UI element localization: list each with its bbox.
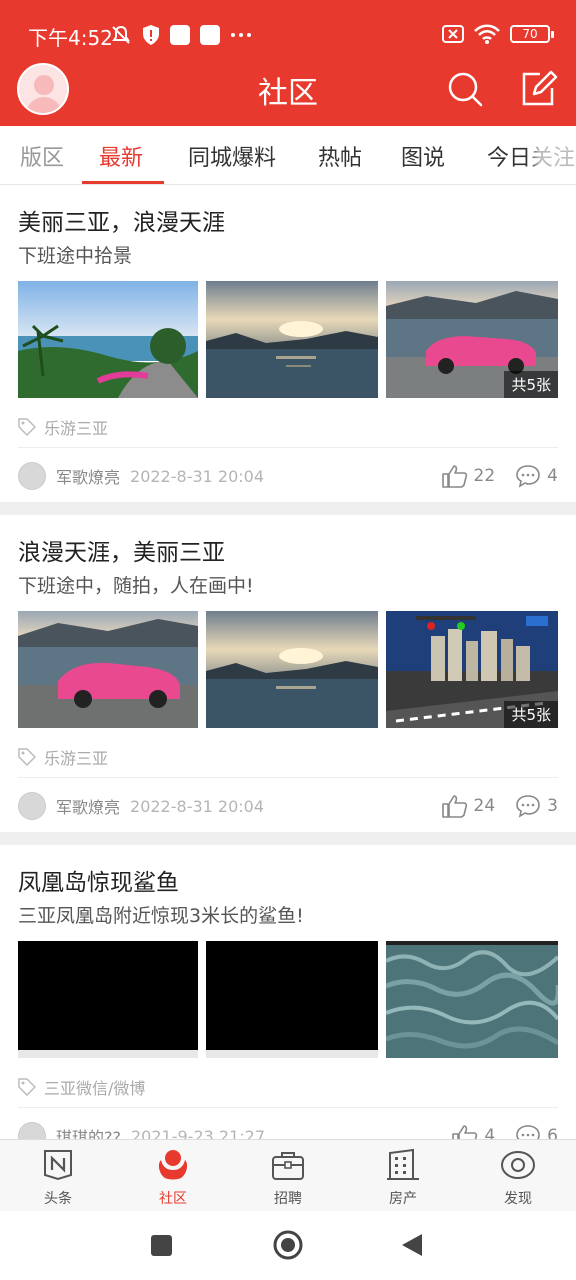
- search-icon[interactable]: [446, 70, 484, 108]
- bottom-nav: 头条 社区 招聘 房产 发现: [0, 1139, 576, 1211]
- app-notification-icon: [200, 25, 220, 45]
- author-avatar[interactable]: [18, 1122, 46, 1139]
- wifi-icon: [474, 24, 500, 44]
- tag-icon: [18, 418, 36, 436]
- post-tag-label: 乐游三亚: [44, 419, 109, 438]
- post-stats: 22 4: [441, 461, 558, 491]
- post-image[interactable]: 共5张: [386, 611, 558, 728]
- tab-photo-stories[interactable]: 图说: [401, 140, 445, 172]
- tab-local-news[interactable]: 同城爆料: [188, 140, 276, 172]
- nav-property[interactable]: 房产: [363, 1148, 443, 1208]
- author-avatar[interactable]: [18, 792, 46, 820]
- comment-count: 6: [547, 1126, 558, 1139]
- sim-off-icon: [442, 25, 464, 43]
- photo-count-badge: 共5张: [504, 701, 558, 728]
- nav-headline[interactable]: 头条: [18, 1148, 98, 1208]
- comment-icon[interactable]: [515, 464, 541, 488]
- photo-count-badge: 共5张: [504, 371, 558, 398]
- author-name[interactable]: 琪琪的??: [56, 1124, 121, 1139]
- status-bar: 下午4:52 70: [0, 0, 576, 60]
- divider: [18, 1107, 558, 1108]
- post-description: 下班途中拾景: [18, 245, 133, 267]
- post-time: 2021-9-23 21:27: [131, 1126, 265, 1140]
- status-notification-icons: [110, 22, 252, 48]
- like-icon[interactable]: [441, 794, 468, 818]
- post-description: 下班途中，随拍，人在画中!: [18, 575, 254, 597]
- post-stats: 4 6: [452, 1121, 558, 1139]
- home-icon[interactable]: [273, 1230, 303, 1260]
- post-description: 三亚凤凰岛附近惊现3米长的鲨鱼!: [18, 905, 304, 927]
- briefcase-icon: [272, 1152, 304, 1180]
- post-meta: 军歌燎亮 2022-8-31 20:04: [18, 461, 264, 491]
- category-tabs: 版区 最新 同城爆料 热帖 图说 今日关注: [0, 126, 576, 185]
- battery-indicator: 70: [510, 25, 554, 43]
- post-image[interactable]: [386, 941, 558, 1058]
- nav-jobs[interactable]: 招聘: [248, 1148, 328, 1208]
- app-notification-icon: [170, 25, 190, 45]
- author-name[interactable]: 军歌燎亮: [56, 794, 120, 818]
- like-icon[interactable]: [441, 464, 468, 488]
- post-tag[interactable]: 乐游三亚: [18, 745, 108, 769]
- compose-icon[interactable]: [520, 70, 558, 108]
- post-meta: 军歌燎亮 2022-8-31 20:04: [18, 791, 264, 821]
- like-icon[interactable]: [452, 1124, 478, 1139]
- post-title[interactable]: 美丽三亚，浪漫天涯: [18, 203, 225, 237]
- post-card[interactable]: 凤凰岛惊现鲨鱼 三亚凤凰岛附近惊现3米长的鲨鱼! 三亚微信/微博 琪琪的?? 2…: [0, 845, 576, 1139]
- post-image[interactable]: [206, 611, 378, 728]
- comment-count: 4: [547, 466, 558, 486]
- post-title[interactable]: 浪漫天涯，美丽三亚: [18, 533, 225, 567]
- author-avatar[interactable]: [18, 462, 46, 490]
- post-image[interactable]: [206, 941, 378, 1058]
- status-time: 下午4:52: [28, 26, 113, 50]
- post-image[interactable]: 共5张: [386, 281, 558, 398]
- post-image[interactable]: [18, 281, 198, 398]
- divider: [18, 447, 558, 448]
- discover-icon: [501, 1151, 535, 1179]
- page-title: 社区: [258, 76, 318, 111]
- post-time: 2022-8-31 20:04: [130, 796, 265, 816]
- headline-icon: [44, 1150, 72, 1181]
- post-image[interactable]: [206, 281, 378, 398]
- comment-icon[interactable]: [515, 1124, 541, 1139]
- post-stats: 24 3: [441, 791, 558, 821]
- back-icon[interactable]: [401, 1233, 423, 1257]
- post-meta: 琪琪的?? 2021-9-23 21:27: [18, 1121, 265, 1139]
- system-navigation-bar: [0, 1211, 576, 1280]
- like-count: 4: [484, 1126, 496, 1139]
- post-tag-label: 三亚微信/微博: [44, 1079, 146, 1098]
- post-time: 2022-8-31 20:04: [130, 466, 265, 486]
- like-count: 22: [473, 466, 496, 486]
- status-system-icons: 70: [442, 24, 554, 44]
- post-card[interactable]: 浪漫天涯，美丽三亚 下班途中，随拍，人在画中! 共5张 乐游三亚 军歌燎亮 20…: [0, 515, 576, 832]
- more-dots-icon: [231, 33, 251, 37]
- top-bar: 下午4:52 70 社区: [0, 0, 576, 126]
- nav-community[interactable]: 社区: [133, 1148, 213, 1208]
- comment-count: 3: [547, 796, 558, 816]
- active-tab-indicator: [82, 181, 164, 184]
- shield-icon: [143, 25, 159, 45]
- tag-icon: [18, 748, 36, 766]
- building-icon: [387, 1148, 419, 1180]
- divider: [18, 777, 558, 778]
- comment-icon[interactable]: [515, 794, 541, 818]
- tab-sections[interactable]: 版区: [20, 140, 64, 172]
- author-name[interactable]: 军歌燎亮: [56, 464, 120, 488]
- post-tag[interactable]: 乐游三亚: [18, 415, 108, 439]
- tag-icon: [18, 1078, 36, 1096]
- post-title[interactable]: 凤凰岛惊现鲨鱼: [18, 863, 179, 897]
- post-tag-label: 乐游三亚: [44, 749, 109, 768]
- tab-today-focus[interactable]: 今日关注: [487, 140, 575, 172]
- mute-bell-icon: [112, 25, 130, 44]
- tab-hot-posts[interactable]: 热帖: [318, 140, 362, 172]
- post-image[interactable]: [18, 611, 198, 728]
- tab-latest[interactable]: 最新: [99, 140, 143, 172]
- post-image[interactable]: [18, 941, 198, 1058]
- nav-discover[interactable]: 发现: [478, 1148, 558, 1208]
- like-count: 24: [473, 796, 496, 816]
- recents-icon[interactable]: [151, 1235, 172, 1256]
- post-card[interactable]: 美丽三亚，浪漫天涯 下班途中拾景 共5张 乐游三亚 军歌燎亮 2022-8-31…: [0, 185, 576, 502]
- community-icon: [158, 1150, 188, 1180]
- post-tag[interactable]: 三亚微信/微博: [18, 1075, 145, 1099]
